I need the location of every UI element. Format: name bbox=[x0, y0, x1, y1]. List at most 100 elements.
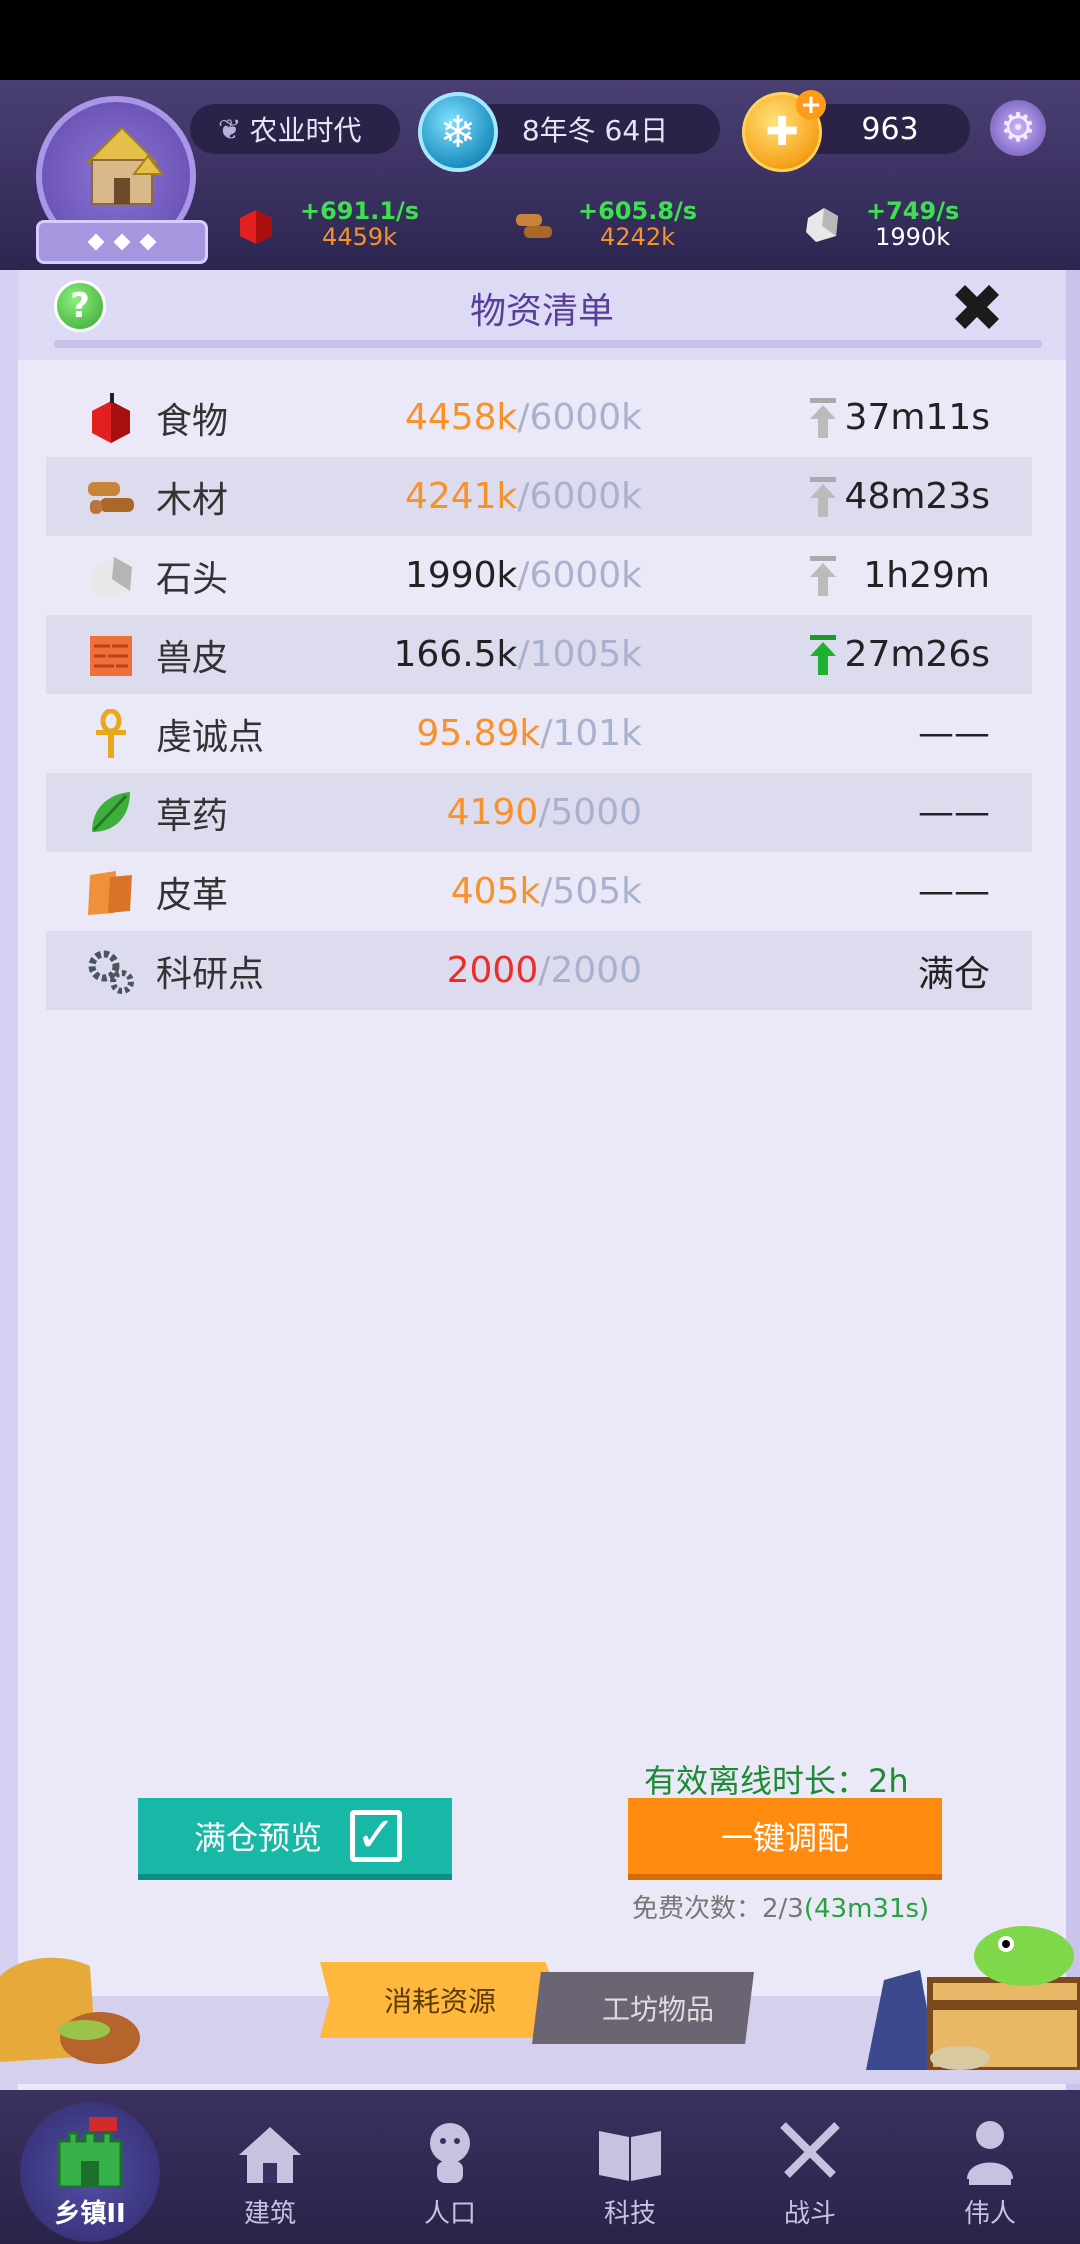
resource-name: 虔诚点 bbox=[156, 716, 265, 758]
add-gems-button[interactable]: + bbox=[796, 90, 826, 120]
resource-value: 4241k/6000k bbox=[404, 476, 642, 517]
nav-label: 建筑 bbox=[243, 2199, 296, 2229]
nav-battle[interactable]: 战斗 bbox=[720, 2090, 900, 2244]
hut-icon bbox=[85, 126, 165, 205]
bottom-navigation: 乡镇II 建筑 人口 科技 战斗 伟人 bbox=[0, 2090, 1080, 2244]
offline-duration-label: 有效离线时长：2h bbox=[644, 1762, 909, 1800]
list-item-leather[interactable]: 皮革 405k/505k —— bbox=[46, 852, 1032, 931]
leaf-icon bbox=[92, 791, 130, 832]
era-display: ❦ 农业时代 bbox=[190, 104, 400, 154]
list-item-research[interactable]: 科研点 2000/2000 满仓 bbox=[46, 931, 1032, 1010]
ankh-icon bbox=[96, 708, 126, 758]
resource-name: 皮革 bbox=[156, 874, 229, 916]
close-button[interactable]: ✖ bbox=[942, 274, 1012, 344]
wood-icon bbox=[516, 214, 552, 238]
town-badge[interactable] bbox=[36, 96, 208, 264]
resource-value: 405k/505k bbox=[450, 871, 642, 912]
food-amount: 4459k bbox=[322, 223, 398, 251]
snowflake-icon: ❄ bbox=[418, 92, 498, 172]
chest-frog-icon bbox=[866, 1926, 1080, 2070]
apple-icon bbox=[92, 392, 130, 443]
food-rate: +691.1/s bbox=[300, 197, 420, 225]
wood-rate: +605.8/s bbox=[578, 197, 698, 225]
full-time: 27m26s bbox=[844, 634, 990, 675]
castle-icon bbox=[57, 2117, 123, 2187]
list-item-wood[interactable]: 木材 4241k/6000k 48m23s bbox=[46, 457, 1032, 536]
full-time: —— bbox=[918, 792, 990, 833]
crossed-swords-icon bbox=[780, 2122, 840, 2178]
hide-icon bbox=[90, 635, 132, 676]
stone-resource[interactable]: +749/s 1990k bbox=[802, 192, 959, 256]
nav-tech[interactable]: 科技 bbox=[540, 2090, 720, 2244]
full-time: 48m23s bbox=[844, 476, 990, 517]
resource-value: 166.5k/1005k bbox=[393, 634, 642, 675]
resource-name: 科研点 bbox=[156, 953, 265, 995]
full-time: —— bbox=[918, 713, 990, 754]
list-item-stone[interactable]: 石头 1990k/6000k 1h29m bbox=[46, 536, 1032, 615]
resource-list: 食物 4458k/6000k 37m11s 木材 4241k/6000k 48m… bbox=[46, 378, 1032, 1010]
nav-label: 伟人 bbox=[963, 2199, 1016, 2229]
nav-population[interactable]: 人口 bbox=[360, 2090, 540, 2244]
resource-value: 4190/5000 bbox=[446, 792, 642, 833]
checkbox-icon[interactable]: ✓ bbox=[350, 1810, 402, 1862]
book-icon bbox=[599, 2131, 661, 2181]
nav-label: 人口 bbox=[423, 2199, 476, 2229]
list-item-hide[interactable]: 兽皮 166.5k/1005k 27m26s bbox=[46, 615, 1032, 694]
wood-resource[interactable]: +605.8/s 4242k bbox=[514, 192, 697, 256]
header-divider bbox=[54, 340, 1042, 348]
person-icon bbox=[430, 2123, 470, 2183]
nav-buildings[interactable]: 建筑 bbox=[180, 2090, 360, 2244]
panel-title: 物资清单 bbox=[469, 291, 614, 332]
resource-name: 兽皮 bbox=[156, 637, 229, 679]
resource-value: 1990k/6000k bbox=[404, 555, 642, 596]
era-label: 农业时代 bbox=[249, 114, 362, 147]
nav-label: 科技 bbox=[603, 2199, 656, 2229]
food-resource[interactable]: +691.1/s 4459k bbox=[236, 192, 419, 256]
nav-town[interactable]: 乡镇II bbox=[0, 2090, 180, 2244]
upgrade-arrow-green-icon bbox=[810, 634, 836, 675]
resource-name: 木材 bbox=[156, 479, 229, 521]
panel-header: ? 物资清单 ✖ bbox=[18, 270, 1066, 360]
wood-amount: 4242k bbox=[600, 223, 676, 251]
resource-value: 2000/2000 bbox=[446, 950, 642, 991]
resource-name: 石头 bbox=[156, 558, 229, 600]
preview-label: 满仓预览 bbox=[194, 1819, 323, 1857]
wood-icon bbox=[88, 481, 134, 514]
resource-value: 95.89k/101k bbox=[416, 713, 642, 754]
stone-amount: 1990k bbox=[875, 223, 951, 251]
settings-gear-icon[interactable]: ⚙ bbox=[990, 100, 1046, 156]
bust-icon bbox=[967, 2121, 1013, 2185]
list-item-herb[interactable]: 草药 4190/5000 —— bbox=[46, 773, 1032, 852]
apple-icon bbox=[240, 210, 272, 244]
nav-label: 战斗 bbox=[783, 2199, 836, 2229]
date-label: 8年冬 64日 bbox=[521, 114, 669, 147]
grain-sack-icon bbox=[0, 1957, 140, 2064]
stone-icon bbox=[806, 208, 838, 242]
stone-rate: +749/s bbox=[866, 197, 960, 225]
full-time: —— bbox=[918, 871, 990, 912]
storage-full-status: 满仓 bbox=[917, 953, 990, 995]
resource-name: 食物 bbox=[156, 400, 229, 442]
auto-allocate-button[interactable]: 一键调配 bbox=[628, 1798, 942, 1880]
list-item-food[interactable]: 食物 4458k/6000k 37m11s bbox=[46, 378, 1032, 457]
resource-name: 草药 bbox=[156, 795, 229, 837]
full-preview-button[interactable]: 满仓预览 ✓ bbox=[138, 1798, 452, 1880]
badge-ribbon bbox=[36, 220, 208, 264]
nav-label: 乡镇II bbox=[54, 2199, 126, 2229]
upgrade-arrow-icon bbox=[810, 397, 836, 438]
upgrade-arrow-icon bbox=[810, 476, 836, 517]
list-item-faith[interactable]: 虔诚点 95.89k/101k —— bbox=[46, 694, 1032, 773]
upgrade-arrow-icon bbox=[810, 555, 836, 596]
tab-workshop-items[interactable]: 工坊物品 bbox=[532, 1972, 754, 2044]
gem-count: 963 bbox=[861, 111, 919, 147]
tab-consumables[interactable]: 消耗资源 bbox=[320, 1962, 560, 2038]
gears-icon bbox=[88, 950, 134, 994]
stone-icon bbox=[90, 556, 132, 599]
leather-icon bbox=[88, 870, 132, 915]
house-icon bbox=[239, 2127, 301, 2183]
wheat-icon: ❦ bbox=[218, 112, 242, 146]
full-time: 1h29m bbox=[863, 555, 990, 596]
full-time: 37m11s bbox=[844, 397, 990, 438]
nav-great-people[interactable]: 伟人 bbox=[900, 2090, 1080, 2244]
resource-value: 4458k/6000k bbox=[404, 397, 642, 438]
